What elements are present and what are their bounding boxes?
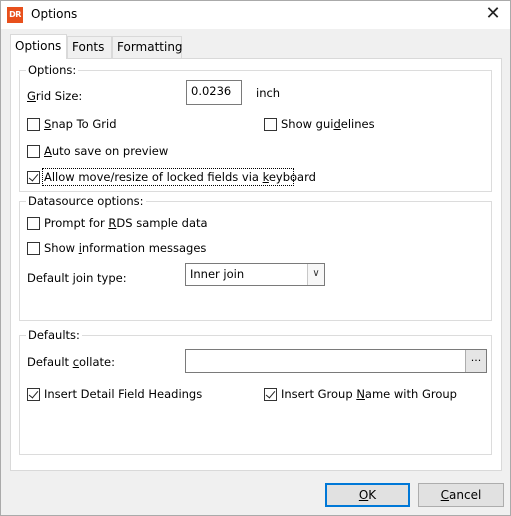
insert-group-checkbox[interactable] [264,388,277,401]
insert-detail-label[interactable]: Insert Detail Field Headings [44,387,202,401]
tab-options-label: Options [15,39,62,53]
prompt-rds-label[interactable]: Prompt for RDS sample data [44,216,208,230]
insert-detail-checkbox[interactable] [27,388,40,401]
join-type-select[interactable]: Inner join ∨ [185,263,325,286]
tab-formatting[interactable]: Formatting [112,36,183,58]
collate-input[interactable]: ... [185,349,487,373]
snap-to-grid-label[interactable]: Snap To Grid [44,117,117,131]
window-title: Options [31,7,78,21]
cancel-button[interactable]: Cancel [418,483,504,507]
grid-size-unit: inch [256,86,281,100]
chevron-down-icon[interactable]: ∨ [307,264,324,285]
tab-formatting-label: Formatting [117,40,183,54]
tab-options[interactable]: Options [10,34,67,59]
grid-size-input[interactable]: 0.0236 [186,80,242,105]
allow-move-label[interactable]: Allow move/resize of locked fields via k… [44,170,316,184]
options-group-label: Options: [26,63,79,77]
datasource-group: Datasource options: Prompt for RDS sampl… [19,194,492,321]
tab-fonts[interactable]: Fonts [67,36,112,58]
options-dialog: DR Options ✕ Options Fonts Formatting Op… [0,0,511,516]
show-guidelines-checkbox[interactable] [264,118,277,131]
allow-move-checkbox[interactable] [27,171,40,184]
join-type-label: Default join type: [27,271,127,285]
show-info-label[interactable]: Show information messages [44,241,206,255]
prompt-rds-checkbox[interactable] [27,217,40,230]
defaults-group: Defaults: Default collate: ... Insert De… [19,328,492,455]
tab-fonts-label: Fonts [72,40,105,54]
ok-button[interactable]: OK [325,483,410,507]
show-info-checkbox[interactable] [27,242,40,255]
auto-save-label[interactable]: Auto save on preview [44,144,168,158]
collate-browse-button[interactable]: ... [465,350,486,372]
grid-size-label: Grid Size: [27,89,83,103]
collate-label: Default collate: [27,355,115,369]
show-guidelines-label[interactable]: Show guidelines [281,117,375,131]
defaults-group-label: Defaults: [26,328,82,342]
datasource-group-label: Datasource options: [26,194,146,208]
insert-group-label[interactable]: Insert Group Name with Group [281,387,457,401]
app-logo-icon: DR [7,7,23,23]
close-icon[interactable]: ✕ [476,1,510,29]
snap-to-grid-checkbox[interactable] [27,118,40,131]
title-bar: DR Options ✕ [1,1,510,29]
options-group: Options: Grid Size: 0.0236 inch Snap To … [19,63,492,192]
join-type-value: Inner join [190,267,245,281]
options-tab-panel: Options: Grid Size: 0.0236 inch Snap To … [10,58,502,471]
auto-save-checkbox[interactable] [27,145,40,158]
